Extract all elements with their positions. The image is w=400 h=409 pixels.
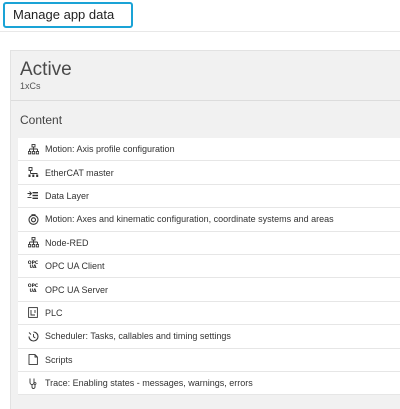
plc-icon: [21, 307, 45, 319]
list-item-label: OPC UA Client: [45, 261, 105, 272]
content-list: Motion: Axis profile configuration Ether…: [18, 138, 400, 396]
list-item-ethercat-master[interactable]: EtherCAT master: [18, 161, 400, 185]
active-panel: Active 1xCs Content Motion: Axis profile…: [10, 50, 400, 409]
list-item-label: Motion: Axes and kinematic configuration…: [45, 214, 334, 225]
hierarchy-icon: [21, 237, 45, 248]
data-layer-icon: [21, 191, 45, 200]
list-item-opc-ua-client[interactable]: OPC UA OPC UA Client: [18, 254, 400, 279]
list-item-scripts[interactable]: Scripts: [18, 348, 400, 372]
list-item-label: Motion: Axis profile configuration: [45, 144, 175, 155]
top-separator: [0, 31, 400, 32]
list-item-plc[interactable]: PLC: [18, 301, 400, 326]
panel-divider: [11, 100, 400, 101]
list-item-label: Data Layer: [45, 190, 90, 201]
ethercat-icon: [21, 167, 45, 178]
opcua-icon: OPC UA: [27, 260, 39, 271]
list-item-label: OPC UA Server: [45, 284, 109, 295]
list-item-motion-axes-kinematics[interactable]: Motion: Axes and kinematic configuration…: [18, 208, 400, 232]
panel-subtitle: 1xCs: [20, 81, 41, 91]
list-item-label: Node-RED: [45, 237, 89, 248]
list-item-label: PLC: [45, 307, 63, 318]
list-item-label: Trace: Enabling states - messages, warni…: [45, 378, 253, 389]
opcua-icon: OPC UA: [27, 284, 39, 294]
motion-target-icon: [21, 214, 45, 225]
scheduler-icon: [21, 331, 45, 342]
list-item-trace[interactable]: Trace: Enabling states - messages, warni…: [18, 371, 400, 396]
list-item-label: EtherCAT master: [45, 167, 114, 178]
list-item-opc-ua-server[interactable]: OPC UA OPC UA Server: [18, 278, 400, 302]
list-item-node-red[interactable]: Node-RED: [18, 231, 400, 255]
list-item-motion-axis-profile[interactable]: Motion: Axis profile configuration: [18, 138, 400, 162]
section-title-content: Content: [20, 113, 63, 127]
manage-app-data-button[interactable]: Manage app data: [3, 2, 133, 28]
list-item-label: Scripts: [45, 354, 73, 365]
list-item-scheduler[interactable]: Scheduler: Tasks, callables and timing s…: [18, 325, 400, 349]
list-item-label: Scheduler: Tasks, callables and timing s…: [45, 331, 231, 342]
trace-icon: [21, 378, 45, 389]
scripts-icon: [21, 354, 45, 366]
hierarchy-icon: [21, 143, 45, 155]
top-bar: Manage app data: [0, 0, 400, 34]
list-item-data-layer[interactable]: Data Layer: [18, 184, 400, 209]
panel-title: Active: [20, 59, 72, 80]
